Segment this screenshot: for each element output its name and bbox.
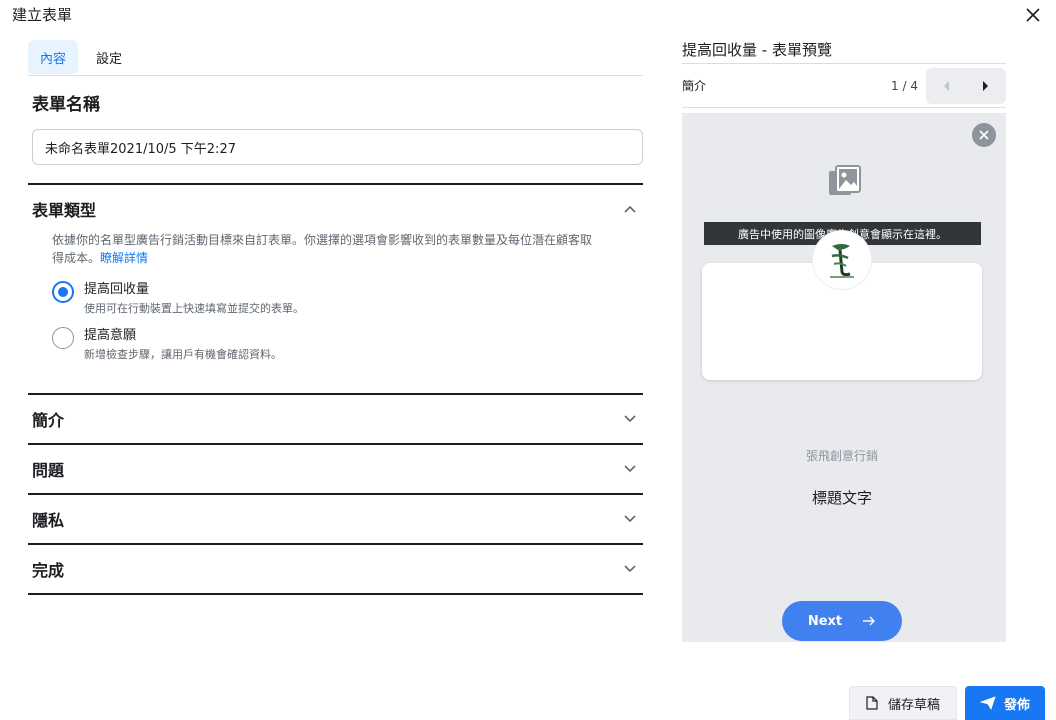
- preview-next-button[interactable]: Next: [782, 601, 902, 641]
- option-description: 新增檢查步驟，讓用戶有機會確認資料。: [84, 348, 282, 361]
- tab-bar: 內容 設定: [28, 40, 643, 76]
- headline-text: 標題文字: [811, 489, 872, 507]
- form-name-label: 表單名稱: [32, 95, 100, 115]
- send-icon: [979, 696, 996, 710]
- form-name-input[interactable]: [32, 129, 643, 165]
- option-label: 提高意願: [84, 328, 137, 343]
- form-type-description: 依據你的名單型廣告行銷活動目標來自訂表單。你選擇的選項會影響收到的表單數量及每位…: [52, 233, 593, 265]
- chevron-down-icon: [623, 562, 637, 576]
- next-page-button[interactable]: [966, 67, 1006, 104]
- questions-header[interactable]: 問題: [28, 445, 643, 493]
- chevron-down-icon: [623, 462, 637, 476]
- arrow-right-icon: [862, 615, 876, 627]
- questions-section: 問題: [28, 443, 643, 493]
- intro-title: 簡介: [32, 411, 65, 430]
- preview-page-count: 1 / 4: [891, 78, 918, 93]
- image-placeholder-icon: [829, 165, 861, 195]
- caret-right-icon: [983, 80, 988, 91]
- dialog-title: 建立表單: [12, 6, 73, 24]
- form-preview-panel: 提高回收量 - 表單預覽 簡介 1 / 4 廣告中使用的圖像廣告創意會顯示在這裡…: [682, 36, 1006, 642]
- document-icon: [866, 696, 878, 710]
- tab-content[interactable]: 內容: [28, 40, 79, 74]
- form-type-section: 表單類型 依據你的名單型廣告行銷活動目標來自訂表單。你選擇的選項會影響收到的表單…: [28, 183, 643, 393]
- save-draft-button[interactable]: 儲存草稿: [849, 686, 957, 720]
- privacy-title: 隱私: [32, 511, 65, 530]
- form-type-header[interactable]: 表單類型: [28, 185, 643, 233]
- option-more-volume[interactable]: 提高回收量 使用可在行動裝置上快速填寫並提交的表單。: [28, 281, 643, 317]
- publish-button[interactable]: 發佈: [965, 686, 1045, 720]
- intro-section: 簡介: [28, 393, 643, 443]
- option-description: 使用可在行動裝置上快速填寫並提交的表單。: [84, 302, 304, 315]
- close-icon: [979, 130, 989, 140]
- tab-settings[interactable]: 設定: [84, 40, 134, 74]
- learn-more-link[interactable]: 瞭解詳情: [100, 251, 148, 265]
- completion-header[interactable]: 完成: [28, 545, 643, 593]
- chevron-down-icon: [623, 412, 637, 426]
- phone-preview: 廣告中使用的圖像廣告創意會顯示在這裡。 張飛創意行銷 標題文字 Next: [682, 113, 1006, 642]
- preview-pager: 簡介 1 / 4: [682, 64, 1006, 108]
- completion-section: 完成: [28, 543, 643, 595]
- chevron-up-icon: [623, 202, 637, 216]
- option-label: 提高回收量: [84, 282, 150, 297]
- option-higher-intent[interactable]: 提高意願 新增檢查步驟，讓用戶有機會確認資料。: [28, 327, 643, 363]
- brand-name: 張飛創意行銷: [805, 449, 878, 463]
- privacy-section: 隱私: [28, 493, 643, 543]
- questions-title: 問題: [32, 461, 65, 480]
- editor-panel: 內容 設定 表單名稱 表單類型 依據你的名單型廣告行銷活動目標來自訂表單。你選擇…: [28, 40, 643, 595]
- preview-page-label: 簡介: [682, 79, 707, 93]
- chevron-down-icon: [623, 512, 637, 526]
- preview-close-button[interactable]: [972, 123, 996, 147]
- close-button[interactable]: [1022, 4, 1044, 26]
- radio-more-volume[interactable]: [52, 281, 74, 303]
- previous-page-button[interactable]: [926, 67, 966, 104]
- intro-header[interactable]: 簡介: [28, 395, 643, 443]
- radio-higher-intent[interactable]: [52, 327, 74, 349]
- brand-logo: [813, 231, 871, 289]
- preview-title: 提高回收量 - 表單預覽: [682, 36, 1006, 64]
- completion-title: 完成: [32, 561, 65, 580]
- form-type-title: 表單類型: [32, 201, 97, 220]
- privacy-header[interactable]: 隱私: [28, 495, 643, 543]
- close-icon: [1026, 8, 1040, 22]
- caret-left-icon: [944, 80, 949, 91]
